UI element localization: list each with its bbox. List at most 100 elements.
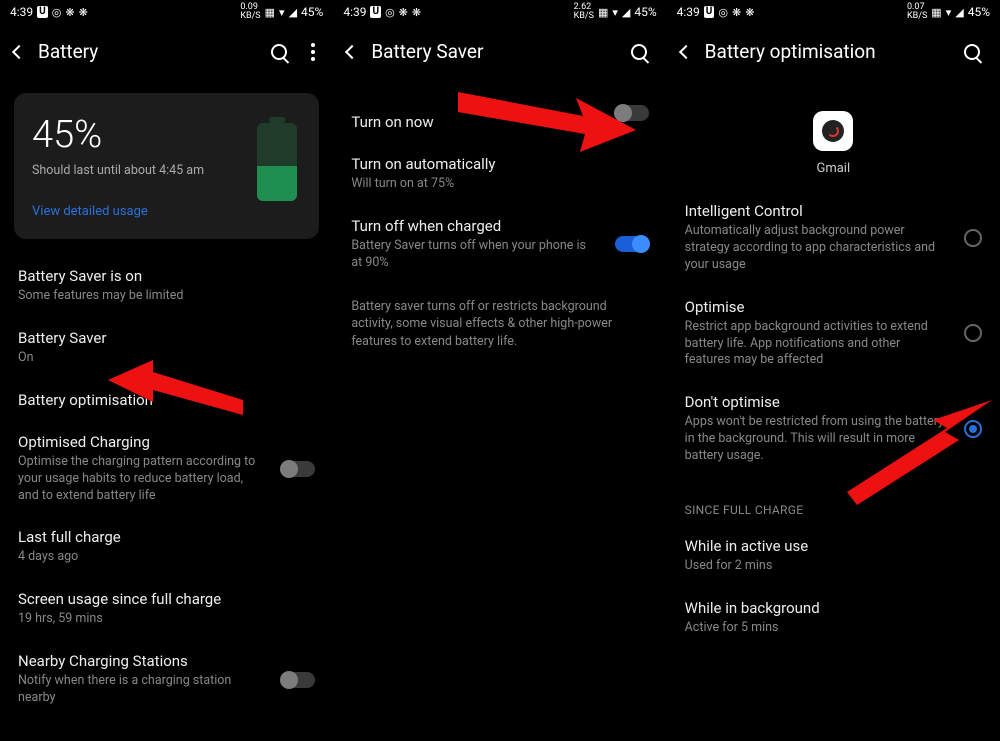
- optimised-charging-toggle[interactable]: [281, 461, 315, 477]
- row-title: Battery optimisation: [18, 391, 315, 409]
- instagram-icon: ◎: [52, 6, 62, 19]
- row-sub: Used for 2 mins: [685, 558, 925, 575]
- optimise-radio[interactable]: [964, 324, 982, 342]
- row-title: Screen usage since full charge: [18, 590, 315, 608]
- page-title: Battery: [38, 40, 257, 63]
- row-title: Optimise: [685, 298, 982, 316]
- signal-icon: ◢: [955, 6, 963, 19]
- row-sub: 4 days ago: [18, 549, 258, 566]
- row-title: Battery Saver is on: [18, 267, 315, 285]
- volte-icon: ▦: [598, 6, 608, 19]
- status-time: 4:39: [343, 5, 366, 19]
- status-bar: 4:39 U ◎ ❋ ❋ 2.62KB/S ▦ ▾ ◢ 45%: [333, 0, 666, 24]
- detailed-usage-link[interactable]: View detailed usage: [32, 204, 301, 219]
- row-sub: Battery Saver turns off when your phone …: [351, 238, 591, 272]
- background-use-row: While in background Active for 5 mins: [667, 587, 1000, 649]
- kbps-label: KB/S: [240, 11, 260, 21]
- row-sub: Restrict app background activities to ex…: [685, 319, 945, 370]
- row-title: Optimised Charging: [18, 433, 315, 451]
- battery-optimisation-row[interactable]: Battery optimisation: [0, 379, 333, 421]
- page-title: Battery Saver: [371, 40, 616, 63]
- header: Battery Saver: [333, 24, 666, 83]
- status-bar: 4:39 U ◎ ❋ ❋ 0.09KB/S ▦ ▾ ◢ 45%: [0, 0, 333, 24]
- more-icon[interactable]: [307, 43, 319, 61]
- intelligent-control-radio[interactable]: [964, 229, 982, 247]
- notif-icon-1: ❋: [732, 6, 741, 19]
- turn-off-charged-toggle[interactable]: [615, 236, 649, 252]
- row-title: While in background: [685, 599, 982, 617]
- active-use-row: While in active use Used for 2 mins: [667, 525, 1000, 587]
- row-title: Turn off when charged: [351, 217, 648, 235]
- u-icon: U: [704, 6, 715, 18]
- row-title: Turn on now: [351, 113, 648, 131]
- search-icon[interactable]: [271, 44, 287, 60]
- kbps-label: KB/S: [574, 11, 594, 21]
- turn-off-charged-row[interactable]: Turn off when charged Battery Saver turn…: [333, 205, 666, 284]
- screen-usage-row: Screen usage since full charge 19 hrs, 5…: [0, 578, 333, 640]
- search-icon[interactable]: [631, 44, 647, 60]
- screen-battery-optimisation: 4:39 U ◎ ❋ ❋ 0.07KB/S ▦ ▾ ◢ 45% Battery …: [667, 0, 1000, 741]
- row-title: While in active use: [685, 537, 982, 555]
- row-sub: Some features may be limited: [18, 288, 258, 305]
- battery-saver-row[interactable]: Battery Saver On: [0, 317, 333, 379]
- dont-optimise-radio[interactable]: [964, 420, 982, 438]
- status-time: 4:39: [677, 5, 700, 19]
- turn-on-now-toggle[interactable]: [615, 105, 649, 121]
- row-title: Last full charge: [18, 528, 315, 546]
- u-icon: U: [370, 6, 381, 18]
- status-bar: 4:39 U ◎ ❋ ❋ 0.07KB/S ▦ ▾ ◢ 45%: [667, 0, 1000, 24]
- page-title: Battery optimisation: [705, 40, 950, 63]
- back-icon[interactable]: [679, 44, 693, 58]
- instagram-icon: ◎: [718, 6, 728, 19]
- row-sub: On: [18, 350, 258, 367]
- volte-icon: ▦: [265, 6, 275, 19]
- row-title: Don't optimise: [685, 393, 982, 411]
- gmail-icon: [813, 111, 853, 151]
- battery-icon: [257, 123, 297, 201]
- wifi-icon: ▾: [612, 6, 618, 19]
- row-sub: Will turn on at 75%: [351, 176, 591, 193]
- notif-icon-1: ❋: [65, 6, 74, 19]
- header: Battery optimisation: [667, 24, 1000, 83]
- battery-pct: 45%: [301, 5, 323, 19]
- wifi-icon: ▾: [279, 6, 285, 19]
- last-charge-row: Last full charge 4 days ago: [0, 516, 333, 578]
- volte-icon: ▦: [931, 6, 941, 19]
- optimise-row[interactable]: Optimise Restrict app background activit…: [667, 286, 1000, 382]
- dont-optimise-row[interactable]: Don't optimise Apps won't be restricted …: [667, 381, 1000, 477]
- search-icon[interactable]: [964, 44, 980, 60]
- row-sub: Active for 5 mins: [685, 620, 925, 637]
- signal-icon: ◢: [622, 6, 630, 19]
- notif-icon-2: ❋: [745, 6, 754, 19]
- status-time: 4:39: [10, 5, 33, 19]
- instagram-icon: ◎: [385, 6, 395, 19]
- nearby-stations-row[interactable]: Nearby Charging Stations Notify when the…: [0, 640, 333, 719]
- back-icon[interactable]: [12, 44, 26, 58]
- intelligent-control-row[interactable]: Intelligent Control Automatically adjust…: [667, 190, 1000, 286]
- turn-on-auto-row[interactable]: Turn on automatically Will turn on at 75…: [333, 143, 666, 205]
- row-sub: 19 hrs, 59 mins: [18, 611, 258, 628]
- row-title: Intelligent Control: [685, 202, 982, 220]
- optimised-charging-row[interactable]: Optimised Charging Optimise the charging…: [0, 421, 333, 517]
- u-icon: U: [37, 6, 48, 18]
- row-sub: Apps won't be restricted from using the …: [685, 414, 945, 465]
- row-sub: Optimise the charging pattern according …: [18, 454, 258, 505]
- nearby-stations-toggle[interactable]: [281, 672, 315, 688]
- section-since-full-charge: SINCE FULL CHARGE: [667, 477, 1000, 525]
- app-block: Gmail: [667, 83, 1000, 190]
- header: Battery: [0, 24, 333, 83]
- battery-pct: 45%: [968, 5, 990, 19]
- row-title: Battery Saver: [18, 329, 315, 347]
- screen-battery-saver: 4:39 U ◎ ❋ ❋ 2.62KB/S ▦ ▾ ◢ 45% Battery …: [333, 0, 666, 741]
- notif-icon-2: ❋: [79, 6, 88, 19]
- notif-icon-2: ❋: [412, 6, 421, 19]
- back-icon[interactable]: [345, 44, 359, 58]
- battery-saver-status: Battery Saver is on Some features may be…: [0, 255, 333, 317]
- battery-pct: 45%: [634, 5, 656, 19]
- turn-on-now-row[interactable]: Turn on now: [333, 83, 666, 143]
- row-sub: Notify when there is a charging station …: [18, 673, 258, 707]
- signal-icon: ◢: [289, 6, 297, 19]
- row-sub: Automatically adjust background power st…: [685, 223, 945, 274]
- battery-card[interactable]: 45% Should last until about 4:45 am View…: [14, 93, 319, 239]
- app-name: Gmail: [667, 161, 1000, 176]
